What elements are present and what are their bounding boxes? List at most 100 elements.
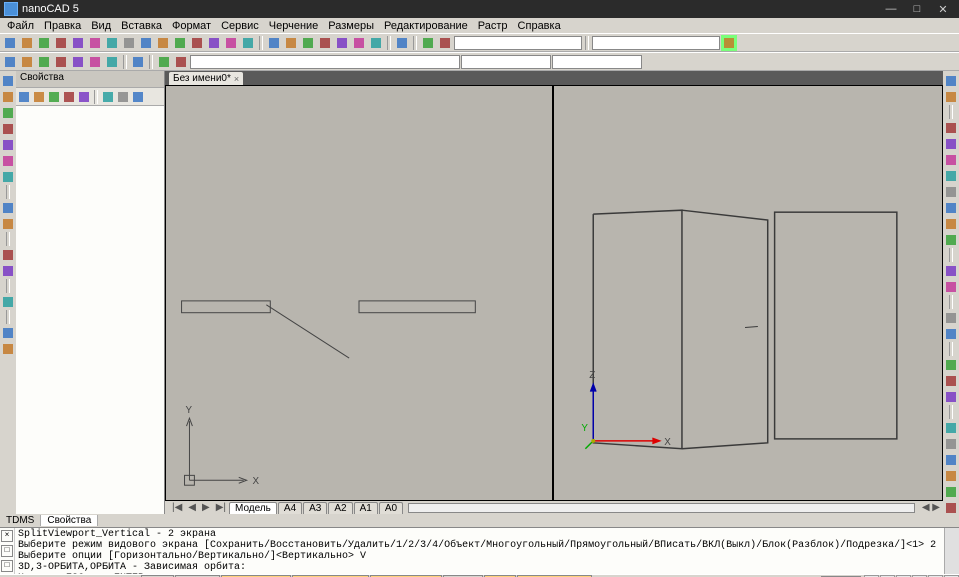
layout-tab-A2[interactable]: A2 — [328, 502, 352, 514]
layer-dropdown-1[interactable] — [461, 55, 551, 69]
menu-сервис[interactable]: Сервис — [216, 20, 264, 32]
region-icon[interactable] — [1, 216, 16, 231]
menu-вид[interactable]: Вид — [86, 20, 116, 32]
offset-icon[interactable] — [944, 310, 959, 325]
command-line-scrollbar[interactable] — [944, 528, 959, 574]
layout-nav-arrow[interactable]: ◀ — [185, 502, 199, 513]
array-icon[interactable] — [944, 326, 959, 341]
lineweight-icon[interactable] — [87, 54, 103, 70]
copy-icon[interactable] — [87, 35, 103, 51]
stretch-icon[interactable] — [944, 200, 959, 215]
panel-tab-tdms[interactable]: TDMS — [0, 515, 41, 526]
layout-tab-Модель[interactable]: Модель — [229, 502, 277, 514]
viewport-left[interactable]: X Y — [165, 85, 553, 501]
freeze-icon[interactable] — [19, 54, 35, 70]
one-icon[interactable] — [32, 90, 46, 104]
layer-dropdown-0[interactable] — [190, 55, 460, 69]
print-icon[interactable] — [70, 35, 86, 51]
menu-правка[interactable]: Правка — [39, 20, 86, 32]
layer-icon[interactable] — [2, 54, 18, 70]
cut-icon[interactable] — [121, 35, 137, 51]
disk-icon[interactable] — [19, 35, 35, 51]
paste-icon[interactable] — [104, 35, 120, 51]
zoom-icon[interactable] — [116, 90, 130, 104]
command-line-text[interactable]: SplitViewport_Vertical - 2 экранаВыберит… — [15, 528, 944, 574]
linetype-icon[interactable] — [70, 54, 86, 70]
brush-icon[interactable] — [223, 35, 239, 51]
nav-icon[interactable] — [131, 90, 145, 104]
fillet-icon[interactable] — [944, 263, 959, 278]
line-icon[interactable] — [1, 73, 16, 88]
match-icon[interactable] — [130, 54, 146, 70]
area-icon[interactable] — [944, 89, 959, 104]
pick-icon[interactable] — [47, 90, 61, 104]
layer-dropdown-2[interactable] — [552, 55, 642, 69]
open-icon[interactable] — [36, 35, 52, 51]
zoom-all-icon[interactable] — [944, 452, 959, 467]
rotate-icon[interactable] — [944, 152, 959, 167]
globe-icon[interactable] — [334, 35, 350, 51]
menu-размеры[interactable]: Размеры — [323, 20, 379, 32]
mtext-icon[interactable] — [1, 341, 16, 356]
extend-icon[interactable] — [944, 232, 959, 247]
align-icon[interactable] — [1, 294, 16, 309]
panel-tab-свойства[interactable]: Свойства — [41, 515, 98, 526]
layout-scroll-carets[interactable]: ◀ ▶ — [919, 502, 943, 513]
divide-icon[interactable] — [1, 263, 16, 278]
layout-nav-arrow[interactable]: ▶| — [213, 502, 229, 513]
redo-icon[interactable] — [155, 35, 171, 51]
erase-icon[interactable] — [944, 373, 959, 388]
layout-tab-A3[interactable]: A3 — [303, 502, 327, 514]
zoom-window-icon[interactable] — [300, 35, 316, 51]
maximize-button[interactable]: □ — [905, 2, 929, 16]
scissors-icon[interactable] — [172, 35, 188, 51]
layout-tab-A0[interactable]: A0 — [379, 502, 403, 514]
menu-черчение[interactable]: Черчение — [264, 20, 324, 32]
menu-вставка[interactable]: Вставка — [116, 20, 167, 32]
zoom-extents-icon[interactable] — [283, 35, 299, 51]
distance-icon[interactable] — [944, 73, 959, 88]
dim1-icon[interactable] — [156, 54, 172, 70]
viewport-right[interactable]: X Y Z — [553, 85, 943, 501]
layout-tab-A4[interactable]: A4 — [278, 502, 302, 514]
explode-icon[interactable] — [944, 357, 959, 372]
cube-icon[interactable] — [62, 90, 76, 104]
command-search-input[interactable] — [454, 36, 582, 50]
zoom-out-icon[interactable] — [944, 436, 959, 451]
orbit-icon[interactable] — [944, 484, 959, 499]
chamfer-icon[interactable] — [944, 279, 959, 294]
plot-icon[interactable] — [104, 54, 120, 70]
undo-icon[interactable] — [138, 35, 154, 51]
text-icon[interactable] — [1, 325, 16, 340]
copy-icon[interactable] — [944, 136, 959, 151]
color-icon[interactable] — [53, 54, 69, 70]
eraser-icon[interactable] — [240, 35, 256, 51]
named-view-dropdown[interactable] — [592, 36, 720, 50]
minimize-button[interactable]: — — [879, 2, 903, 16]
copy2-icon[interactable] — [189, 35, 205, 51]
hatch-icon[interactable] — [1, 200, 16, 215]
regen-icon[interactable] — [944, 500, 959, 515]
command-panel-button[interactable]: × — [1, 530, 13, 542]
zoom-in-icon[interactable] — [944, 420, 959, 435]
command-panel-button[interactable]: □ — [1, 545, 13, 557]
paste2-icon[interactable] — [206, 35, 222, 51]
menu-файл[interactable]: Файл — [2, 20, 39, 32]
layout-tab-A1[interactable]: A1 — [354, 502, 378, 514]
close-tab-icon[interactable]: × — [234, 74, 239, 84]
pan-rt-icon[interactable] — [944, 468, 959, 483]
pan-icon[interactable] — [101, 90, 115, 104]
go-icon[interactable] — [721, 35, 737, 51]
globe-icon[interactable] — [77, 90, 91, 104]
save-icon[interactable] — [53, 35, 69, 51]
new-file-icon[interactable] — [2, 35, 18, 51]
plus-icon[interactable] — [17, 90, 31, 104]
polyline-icon[interactable] — [1, 89, 16, 104]
refresh-icon[interactable] — [368, 35, 384, 51]
menu-редактирование[interactable]: Редактирование — [379, 20, 473, 32]
3d-orbit-icon[interactable] — [317, 35, 333, 51]
menu-растр[interactable]: Растр — [473, 20, 513, 32]
lock-icon[interactable] — [36, 54, 52, 70]
point-icon[interactable] — [1, 247, 16, 262]
layout-nav-arrow[interactable]: ▶ — [199, 502, 213, 513]
